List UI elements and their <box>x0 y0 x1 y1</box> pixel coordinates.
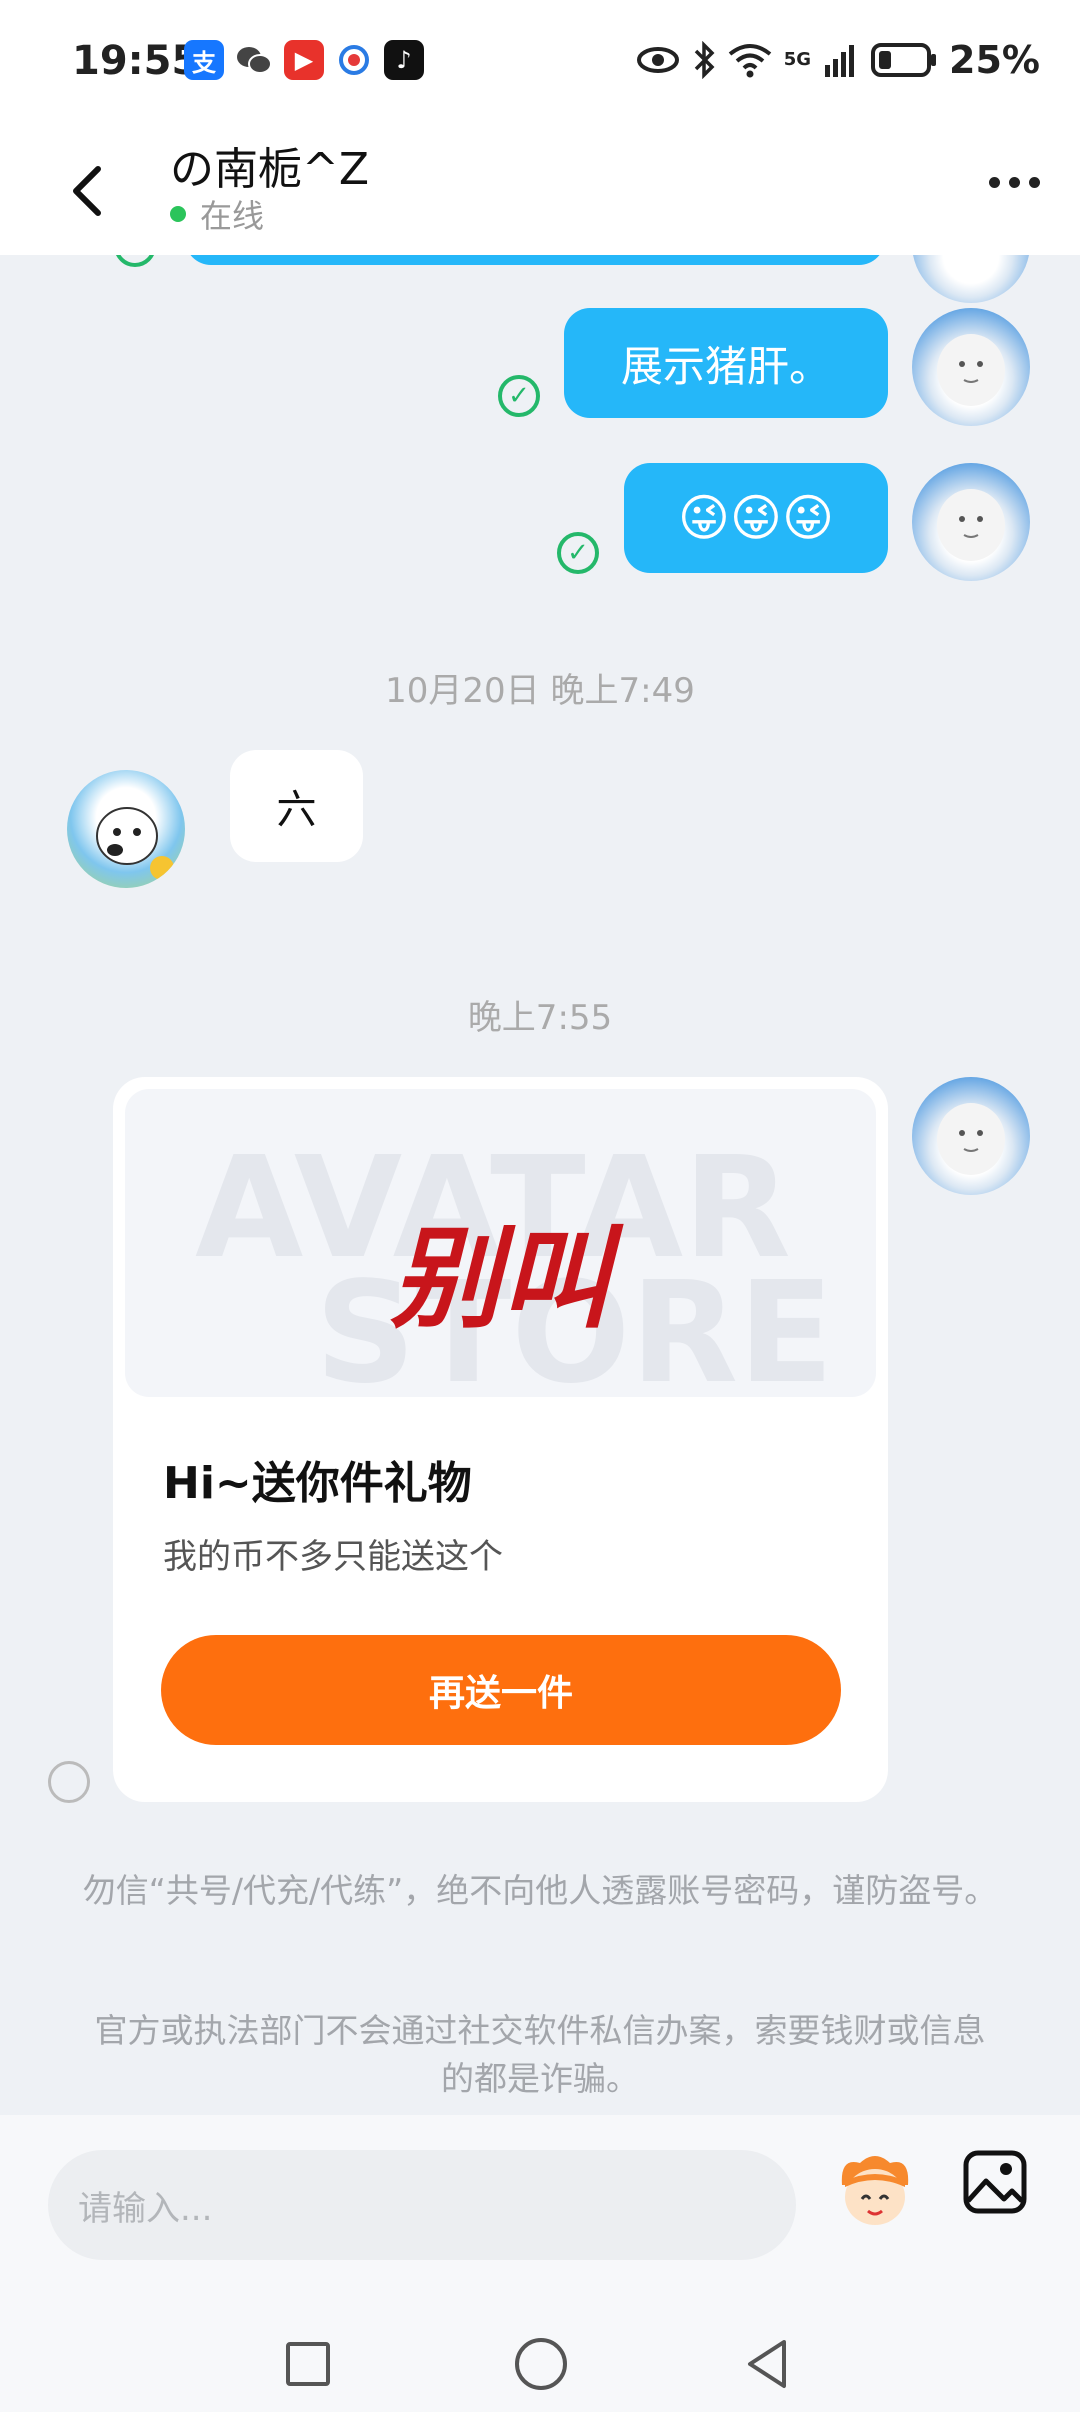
message-bubble-outgoing[interactable]: 展示猪肝。 <box>564 308 888 418</box>
network-type: 5G <box>783 49 812 70</box>
image-button[interactable] <box>960 2147 1030 2217</box>
eye-icon <box>636 47 679 73</box>
video-app-icon: ▶ <box>284 40 324 80</box>
safety-notice: 勿信“共号/代充/代练”，绝不向他人透露账号密码，谨防盗号。 <box>82 1871 998 1910</box>
tiktok-icon: ♪ <box>384 40 424 80</box>
select-message-radio[interactable] <box>48 1761 90 1803</box>
image-icon <box>963 2150 1027 2214</box>
status-bar: 19:55 支 ▶ ♪ 5G 25% <box>0 0 1080 125</box>
back-nav-button[interactable] <box>740 2336 796 2392</box>
more-icon <box>989 177 1000 188</box>
gift-image-text: 别叫 <box>390 1214 611 1343</box>
bluetooth-icon <box>694 41 715 79</box>
wechat-icon <box>234 40 274 80</box>
message-bubble-outgoing[interactable]: 😜😜😜 <box>624 463 888 573</box>
battery-percent: 25% <box>949 38 1040 82</box>
system-nav-bar <box>0 2302 1080 2412</box>
notification-icons: 支 ▶ ♪ <box>184 40 424 80</box>
battery-icon <box>871 43 937 77</box>
system-status: 5G 25% <box>636 38 1040 82</box>
back-triangle-icon <box>748 2340 786 2388</box>
home-button[interactable] <box>515 2338 567 2390</box>
message-bubble-partial[interactable] <box>185 255 885 265</box>
read-check-icon: ✓ <box>557 532 599 574</box>
send-again-button[interactable]: 再送一件 <box>161 1635 841 1745</box>
more-options-button[interactable] <box>989 177 1040 188</box>
message-list[interactable]: ✓ 展示猪肝。 ✓ 😜😜😜 ✓ 10月20日 晚上7:49 六 晚上7:55 A… <box>0 255 1080 2115</box>
my-avatar[interactable] <box>912 255 1030 303</box>
alipay-icon: 支 <box>184 40 224 80</box>
read-check-icon: ✓ <box>114 255 156 267</box>
safety-notice: 官方或执法部门不会通过社交软件私信办案，索要钱财或信息的都是诈骗。 <box>94 2011 986 2098</box>
message-input[interactable]: 请输入... <box>48 2150 796 2260</box>
online-dot-icon <box>170 206 186 222</box>
status-time: 19:55 <box>72 38 200 84</box>
my-avatar[interactable] <box>912 463 1030 581</box>
recents-button[interactable] <box>286 2342 330 2386</box>
read-check-icon: ✓ <box>498 375 540 417</box>
timestamp: 10月20日 晚上7:49 <box>385 671 695 711</box>
composer-bar: 请输入... <box>0 2115 1080 2302</box>
my-avatar[interactable] <box>912 1077 1030 1195</box>
message-bubble-incoming[interactable]: 六 <box>230 750 363 862</box>
chat-header: の南栀^Z 在线 <box>0 125 1080 255</box>
my-avatar[interactable] <box>912 308 1030 426</box>
wifi-icon <box>728 44 771 78</box>
back-button[interactable] <box>60 155 120 225</box>
gift-image: AVATAR STORE 别叫 <box>125 1089 876 1397</box>
contact-avatar[interactable] <box>67 770 185 888</box>
gift-title: Hi~送你件礼物 <box>163 1458 472 1509</box>
timestamp: 晚上7:55 <box>467 998 613 1038</box>
gift-subtitle: 我的币不多只能送这个 <box>163 1537 503 1577</box>
signal-icon <box>825 45 855 77</box>
sticker-button[interactable] <box>830 2145 920 2235</box>
online-status-label: 在线 <box>200 197 265 235</box>
sticker-mascot-icon <box>841 2156 909 2225</box>
gift-card[interactable]: AVATAR STORE 别叫 Hi~送你件礼物 我的币不多只能送这个 再送一件 <box>113 1077 888 1802</box>
contact-name[interactable]: の南栀^Z <box>170 133 369 197</box>
online-status: 在线 <box>170 191 264 237</box>
browser-icon <box>334 40 374 80</box>
chevron-left-icon <box>73 166 101 216</box>
